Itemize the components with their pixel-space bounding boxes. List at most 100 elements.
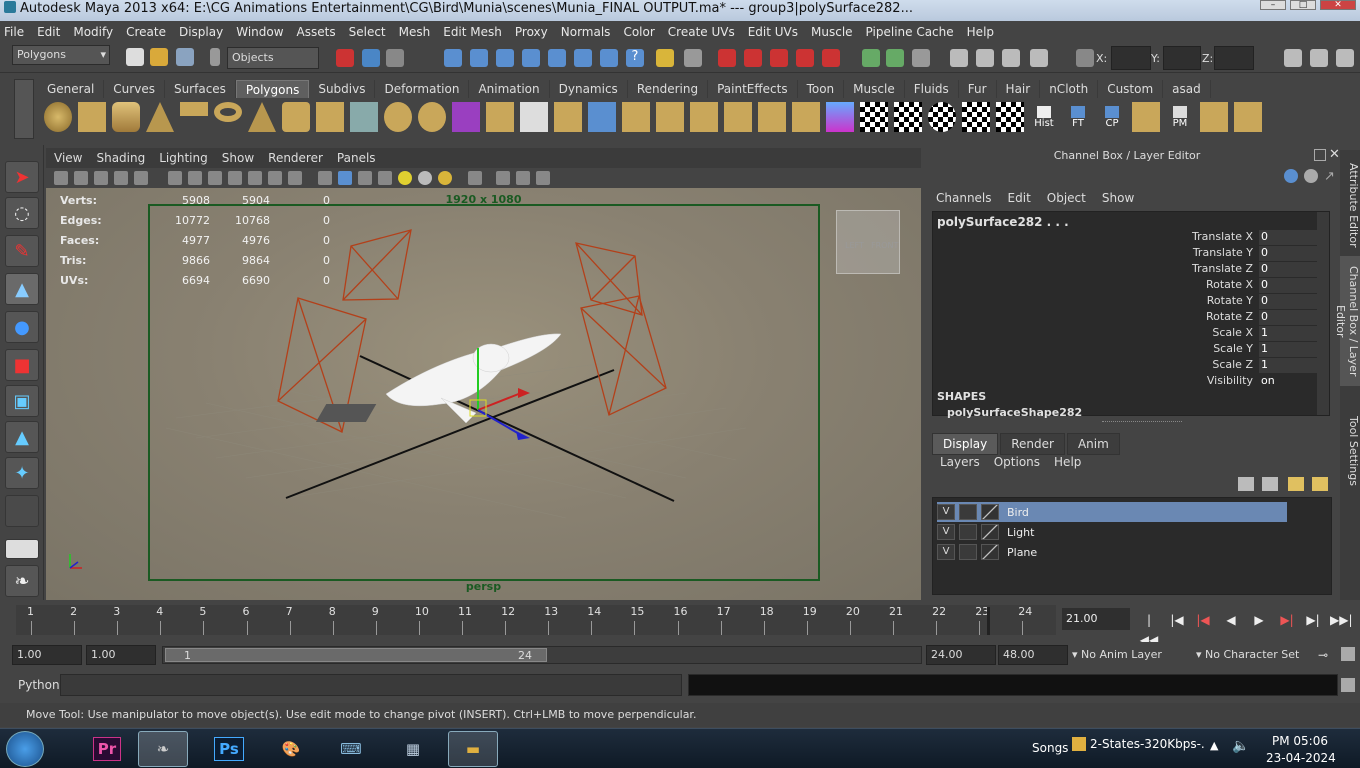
start-time-field[interactable]: 1.00 — [12, 645, 82, 665]
end-time-field[interactable]: 48.00 — [998, 645, 1068, 665]
shelf-tab-ncloth[interactable]: nCloth — [1040, 80, 1099, 98]
clock-time[interactable]: PM 05:06 — [1272, 734, 1328, 748]
select-misc-icon[interactable]: ? — [626, 49, 644, 67]
highlight-selection-icon[interactable] — [684, 49, 702, 67]
taskbar-explorer[interactable]: ▬ — [448, 731, 498, 767]
xray-joints-icon[interactable] — [516, 171, 530, 185]
taskbar-photoshop[interactable]: Ps — [204, 731, 254, 767]
menu-select[interactable]: Select — [349, 25, 386, 39]
panel-close-icon[interactable]: ✕ — [1329, 147, 1340, 162]
shelf-tab-dynamics[interactable]: Dynamics — [550, 80, 628, 98]
layout-single-icon[interactable] — [5, 539, 39, 559]
make-live-icon[interactable] — [822, 49, 840, 67]
object-mode-icon[interactable] — [362, 49, 380, 67]
show-attribute-editor-icon[interactable] — [1284, 49, 1302, 67]
lasso-tool-icon[interactable]: ◌ — [5, 197, 39, 229]
menu-file[interactable]: File — [4, 25, 24, 39]
image-plane-icon[interactable] — [114, 171, 128, 185]
shelf-tab-subdivs[interactable]: Subdivs — [309, 80, 376, 98]
layer-row-light[interactable]: V Light — [937, 522, 1287, 542]
menu-pipeline-cache[interactable]: Pipeline Cache — [866, 25, 954, 39]
isolate-select-icon[interactable] — [468, 171, 482, 185]
shelf-tab-fur[interactable]: Fur — [959, 80, 997, 98]
layer-color-swatch[interactable] — [981, 504, 999, 520]
shelf-tab-custom[interactable]: Custom — [1098, 80, 1164, 98]
shelf-tab-deformation[interactable]: Deformation — [375, 80, 470, 98]
view-cube[interactable]: LEFT FRONT — [836, 210, 900, 274]
pm-button[interactable]: PM — [1166, 102, 1194, 132]
construction-history-icon[interactable] — [912, 49, 930, 67]
bookmark-icon[interactable] — [94, 171, 108, 185]
shape-name[interactable]: polySurfaceShape282 — [947, 406, 1082, 419]
object-name[interactable]: polySurface282 . . . — [937, 215, 1069, 229]
booleans-icon[interactable] — [418, 102, 446, 132]
menu-create-uvs[interactable]: Create UVs — [668, 25, 735, 39]
shelf-tab-toon[interactable]: Toon — [798, 80, 845, 98]
tray-toolbar-label[interactable]: Songs — [1032, 741, 1068, 755]
mirror-icon[interactable] — [452, 102, 480, 132]
open-scene-icon[interactable] — [150, 48, 168, 66]
side-tab-channel-box[interactable]: Channel Box / Layer Editor — [1334, 256, 1360, 386]
range-bar[interactable]: 1 24 — [162, 646, 922, 664]
sculpt-icon[interactable] — [826, 102, 854, 132]
menu-assets[interactable]: Assets — [297, 25, 336, 39]
select-by-render-icon[interactable] — [600, 49, 618, 67]
safe-title-icon[interactable] — [288, 171, 302, 185]
command-language-label[interactable]: Python — [18, 678, 60, 692]
poly-torus-icon[interactable] — [214, 102, 242, 122]
menu-edit[interactable]: Edit — [37, 25, 60, 39]
current-frame-field[interactable]: 21.00 — [1062, 608, 1130, 630]
separate-icon[interactable] — [350, 102, 378, 132]
select-by-dynamic-icon[interactable] — [574, 49, 592, 67]
hist-button[interactable]: Hist — [1030, 102, 1058, 132]
poly-cone-icon[interactable] — [146, 102, 174, 132]
bridge-icon[interactable] — [520, 102, 548, 132]
uv-editor-icon[interactable] — [996, 102, 1024, 132]
menu-proxy[interactable]: Proxy — [515, 25, 548, 39]
layer-color-swatch[interactable] — [981, 524, 999, 540]
ft-button[interactable]: FT — [1064, 102, 1092, 132]
play-backwards-icon[interactable]: ◀ — [1220, 610, 1242, 630]
attr-scale-y[interactable]: Scale Y1 — [933, 342, 1323, 358]
panel-splitter[interactable] — [1102, 421, 1182, 425]
xray-active-icon[interactable] — [536, 171, 550, 185]
time-ruler[interactable]: 1 2 3 4 5 6 7 8 9 10 11 12 13 14 15 16 17 18 19 20 21 22 23 24 — [16, 605, 1056, 635]
smooth-shade-icon[interactable] — [338, 171, 352, 185]
extrude-icon[interactable] — [486, 102, 514, 132]
taskbar-premiere[interactable]: Pr — [82, 731, 132, 767]
ipr-render-icon[interactable] — [1002, 49, 1020, 67]
input-ops-icon[interactable] — [862, 49, 880, 67]
new-layer-icon[interactable] — [1288, 477, 1304, 491]
cp-button[interactable]: CP — [1098, 102, 1126, 132]
vp-menu-show[interactable]: Show — [222, 151, 254, 165]
quick-layout-icon[interactable]: ❧ — [5, 565, 39, 597]
attr-translate-z[interactable]: Translate Z0 — [933, 262, 1323, 278]
tray-expand-icon[interactable]: ▲ — [1210, 739, 1218, 752]
shadows-icon[interactable] — [418, 171, 432, 185]
attr-rotate-x[interactable]: Rotate X0 — [933, 278, 1323, 294]
layer-tab-render[interactable]: Render — [1000, 433, 1065, 455]
textured-icon[interactable] — [378, 171, 392, 185]
combine-icon[interactable] — [316, 102, 344, 132]
layer-type-toggle[interactable] — [959, 524, 977, 540]
layer-color-swatch[interactable] — [981, 544, 999, 560]
layer-menu-help[interactable]: Help — [1054, 455, 1081, 469]
go-to-end-icon[interactable]: ▶▶| — [1330, 610, 1353, 630]
new-layer-selected-icon[interactable] — [1312, 477, 1328, 491]
cb-menu-object[interactable]: Object — [1047, 191, 1086, 205]
channel-box-icon-b[interactable] — [1304, 169, 1318, 183]
taskbar-maya[interactable]: ❧ — [138, 731, 188, 767]
append-polygon-icon[interactable] — [554, 102, 582, 132]
z-field[interactable] — [1214, 46, 1254, 70]
layer-row-plane[interactable]: V Plane — [937, 542, 1287, 562]
go-to-start-icon[interactable]: |◀◀ — [1138, 610, 1160, 647]
tray-file-label[interactable]: 2-States-320Kbps-. — [1090, 737, 1205, 751]
step-forward-frame-icon[interactable]: ▶| — [1302, 610, 1324, 630]
move-tool-icon[interactable]: ▲ — [5, 273, 39, 305]
insert-edge-loop-icon[interactable] — [622, 102, 650, 132]
volume-icon[interactable]: 🔈 — [1232, 738, 1249, 754]
range-bar-handle[interactable]: 1 24 — [165, 648, 547, 662]
x-field[interactable] — [1111, 46, 1151, 70]
menu-edit-mesh[interactable]: Edit Mesh — [443, 25, 502, 39]
menu-color[interactable]: Color — [623, 25, 654, 39]
